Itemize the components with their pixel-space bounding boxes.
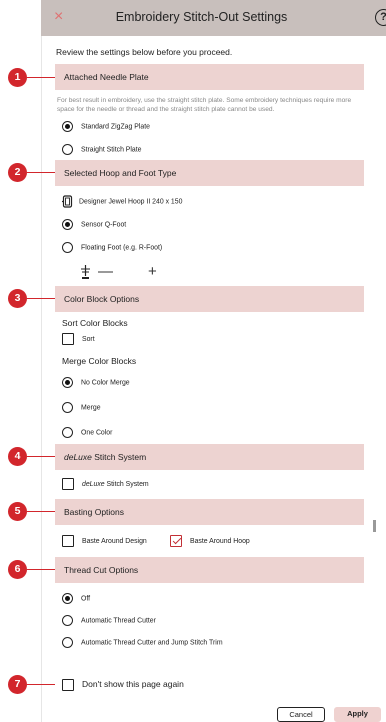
radio-button[interactable] [62,615,73,626]
radio-sensor-q-foot[interactable]: Sensor Q-Foot [62,219,126,231]
radio-button[interactable] [62,242,73,253]
checkbox[interactable] [62,535,74,547]
radio-button[interactable] [62,121,73,132]
checkbox[interactable] [62,333,74,345]
apply-button[interactable]: Apply [334,707,381,722]
merge-heading: Merge Color Blocks [62,356,137,366]
section-2-connector [27,172,55,173]
checkbox-label-italic: deLuxe [82,480,105,488]
window-title: Embroidery Stitch-Out Settings [115,10,288,24]
checkbox-label: Baste Around Design [82,537,147,545]
radio-label: Automatic Thread Cutter [81,617,156,625]
radio-button[interactable] [62,377,73,388]
checkbox-label: Sort [82,335,95,343]
radio-thread-cut-off[interactable]: Off [62,593,90,605]
section-header-thread-cut: Thread Cut Options [55,557,364,583]
radio-button[interactable] [62,593,73,604]
stepper-minus-button[interactable]: — [98,263,113,281]
section-7-connector [27,684,55,685]
radio-button[interactable] [62,427,73,438]
radio-no-color-merge[interactable]: No Color Merge [62,377,130,389]
intro-text: Review the settings below before you pro… [56,47,233,57]
presser-foot-icon [81,265,90,279]
checkbox-label: Don't show this page again [82,679,184,689]
cancel-button[interactable]: Cancel [277,707,325,722]
radio-button[interactable] [62,219,73,230]
section-7-badge: 7 [8,675,27,694]
scrollbar-thumb[interactable] [373,520,376,532]
radio-button[interactable] [62,402,73,413]
radio-label: Floating Foot (e.g. R-Foot) [81,244,163,252]
section-header-basting: Basting Options [55,499,364,525]
section-header-deluxe: deLuxe Stitch System [55,444,364,470]
checkbox-baste-around-design[interactable]: Baste Around Design [62,535,147,547]
section-1-connector [27,77,55,78]
radio-thread-cutter-jump-trim[interactable]: Automatic Thread Cutter and Jump Stitch … [62,637,223,649]
section-5-badge: 5 [8,502,27,521]
needle-plate-note: For best result in embroidery, use the s… [57,97,352,113]
checkbox-baste-around-hoop[interactable]: Baste Around Hoop [170,535,250,547]
section-header-hoop-foot: Selected Hoop and Foot Type [55,160,364,186]
stepper-plus-button[interactable]: + [148,263,157,281]
section-header-color-block: Color Block Options [55,286,364,312]
section-title-italic: deLuxe [64,452,92,462]
radio-automatic-thread-cutter[interactable]: Automatic Thread Cutter [62,615,156,627]
radio-label: Merge [81,404,101,412]
hoop-label: Designer Jewel Hoop II 240 x 150 [79,198,183,206]
section-6-connector [27,569,55,570]
radio-label: Off [81,595,91,603]
checkbox-label-rest: Stitch System [104,480,149,488]
section-2-badge: 2 [8,163,27,182]
section-1-badge: 1 [8,68,27,87]
checkbox[interactable] [62,478,74,490]
radio-standard-zigzag-plate[interactable]: Standard ZigZag Plate [62,121,150,133]
sort-heading: Sort Color Blocks [62,318,128,328]
radio-label: Straight Stitch Plate [81,146,142,154]
section-3-connector [27,298,55,299]
radio-button[interactable] [62,637,73,648]
checkbox[interactable] [170,535,182,547]
radio-straight-stitch-plate[interactable]: Straight Stitch Plate [62,144,142,156]
hoop-icon [62,195,73,208]
radio-merge[interactable]: Merge [62,402,101,414]
radio-label: Automatic Thread Cutter and Jump Stitch … [81,639,223,647]
section-title-rest: Stitch System [91,452,147,462]
radio-label: No Color Merge [81,379,130,387]
section-5-connector [27,511,55,512]
section-6-badge: 6 [8,560,27,579]
checkbox[interactable] [62,678,74,691]
section-4-badge: 4 [8,447,27,466]
radio-one-color[interactable]: One Color [62,427,112,439]
title-bar: × Embroidery Stitch-Out Settings ? [41,0,386,36]
section-3-badge: 3 [8,289,27,308]
help-icon[interactable]: ? [375,9,386,26]
checkbox-sort[interactable]: Sort [62,333,95,345]
checkbox-deluxe-stitch-system[interactable]: deLuxe Stitch System [62,478,149,490]
radio-button[interactable] [62,144,73,155]
selected-hoop: Designer Jewel Hoop II 240 x 150 [62,195,183,208]
radio-label: Sensor Q-Foot [81,221,127,229]
checkbox-dont-show-again[interactable]: Don't show this page again [62,677,184,691]
checkbox-label: Baste Around Hoop [190,537,250,545]
section-header-needle-plate: Attached Needle Plate [55,64,364,90]
radio-label: Standard ZigZag Plate [81,123,150,131]
radio-floating-foot[interactable]: Floating Foot (e.g. R-Foot) [62,242,162,254]
radio-label: One Color [81,429,113,437]
section-4-connector [27,456,55,457]
